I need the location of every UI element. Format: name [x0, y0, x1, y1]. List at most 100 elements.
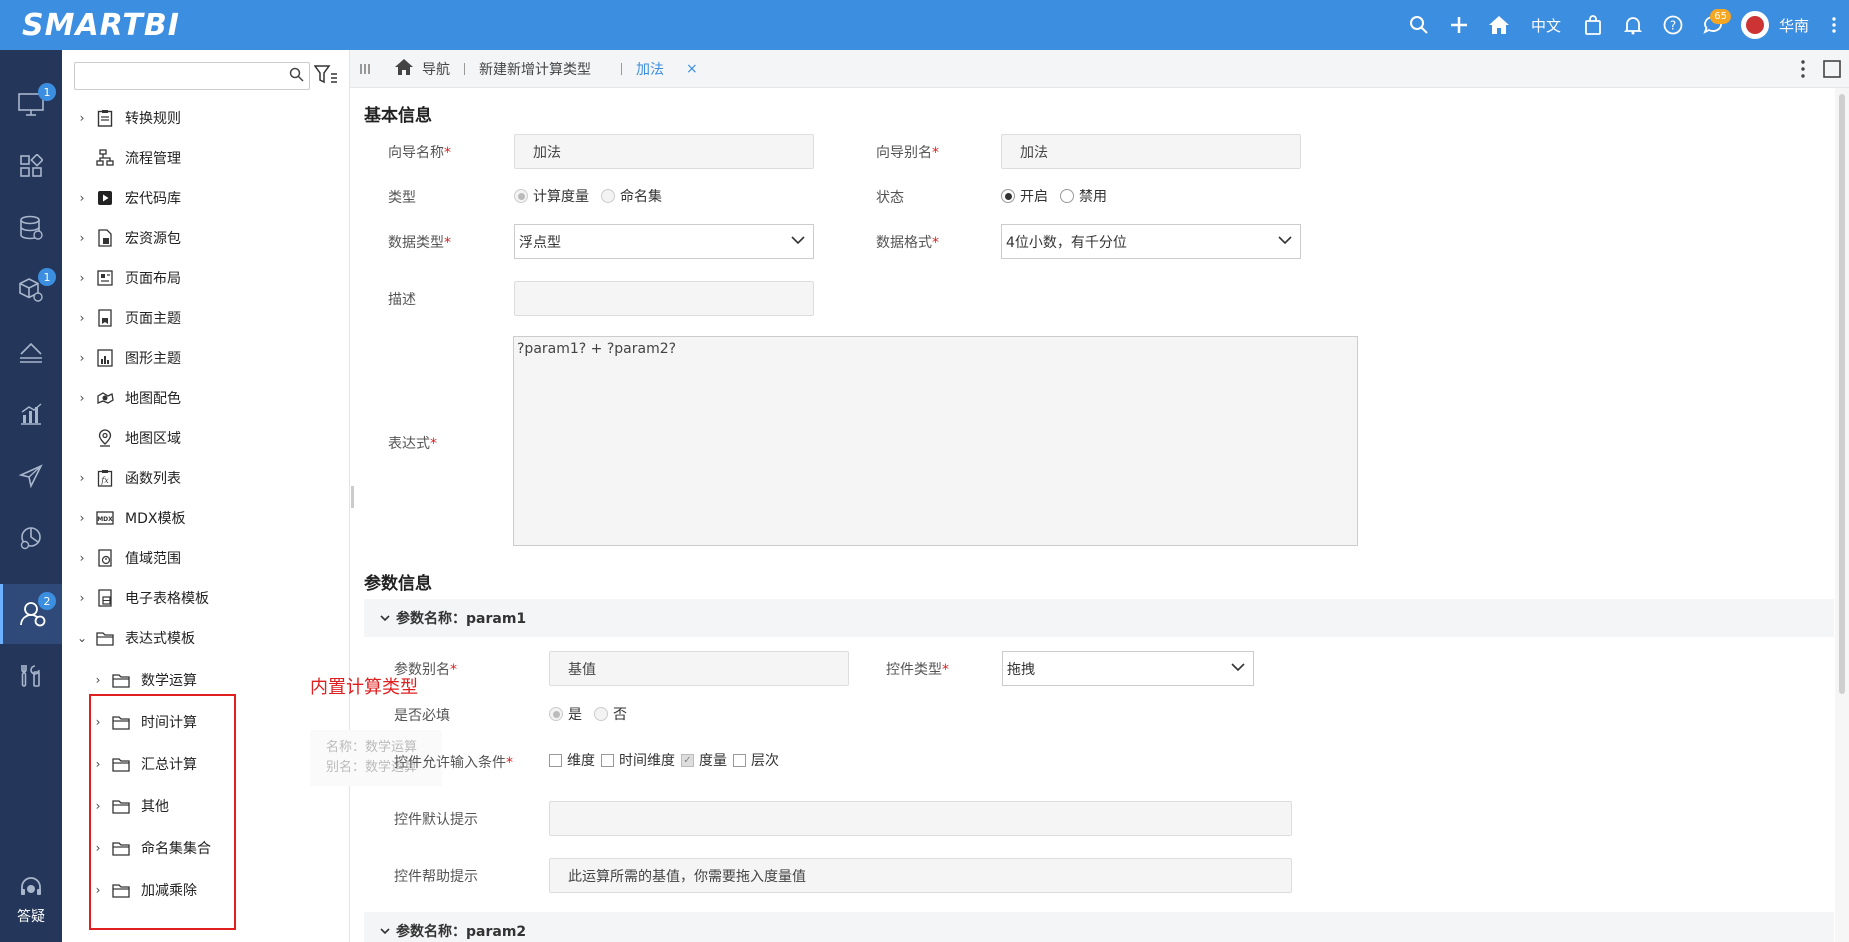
- chevron-right-icon[interactable]: ›: [74, 311, 90, 325]
- rail-layers-icon[interactable]: [0, 322, 62, 382]
- page-theme-icon: [96, 309, 114, 327]
- range-icon: [96, 549, 114, 567]
- status-disabled-radio[interactable]: 禁用: [1060, 186, 1107, 206]
- desc-input[interactable]: [514, 281, 814, 316]
- tree-item[interactable]: › 值域范围: [74, 538, 181, 578]
- tree-item[interactable]: 流程管理: [74, 138, 181, 178]
- maximize-icon[interactable]: [1823, 60, 1841, 82]
- rail-database-icon[interactable]: [0, 198, 62, 258]
- scrollbar-thumb[interactable]: [1839, 94, 1845, 694]
- cond-dimension-checkbox[interactable]: 维度: [549, 750, 595, 770]
- tree-item[interactable]: › 页面主题: [74, 298, 181, 338]
- tree-item-label: 宏代码库: [125, 191, 181, 207]
- tabs-menu-icon[interactable]: [350, 63, 380, 75]
- tree-item[interactable]: › 宏资源包: [74, 218, 181, 258]
- param-alias-label: 参数别名*: [394, 662, 457, 678]
- status-enabled-radio[interactable]: 开启: [1001, 186, 1048, 206]
- rail-send-icon[interactable]: [0, 446, 62, 506]
- wizard-alias-input[interactable]: 加法: [1001, 134, 1301, 169]
- rail-chart-icon[interactable]: [0, 384, 62, 444]
- chevron-right-icon[interactable]: ›: [74, 231, 90, 245]
- chevron-right-icon[interactable]: ›: [74, 511, 90, 525]
- param1-header[interactable]: 参数名称：param1: [364, 599, 1834, 637]
- expression-textarea[interactable]: ?param1? + ?param2?: [513, 336, 1358, 546]
- cond-measure-checkbox[interactable]: ✓ 度量: [681, 750, 727, 770]
- chevron-right-icon[interactable]: ›: [74, 111, 90, 125]
- chevron-right-icon[interactable]: ›: [74, 471, 90, 485]
- control-type-select[interactable]: 拖拽: [1002, 651, 1254, 686]
- more-vertical-icon[interactable]: [1801, 60, 1805, 82]
- data-type-select[interactable]: 浮点型: [514, 224, 814, 259]
- main-scrollbar[interactable]: [1835, 88, 1849, 942]
- tree-item[interactable]: ⌄ 表达式模板: [74, 618, 195, 658]
- chevron-right-icon[interactable]: ›: [74, 191, 90, 205]
- chevron-right-icon[interactable]: ›: [74, 591, 90, 605]
- tree-item[interactable]: › 页面布局: [74, 258, 181, 298]
- svg-text:MDX: MDX: [97, 516, 113, 523]
- user-avatar[interactable]: [1740, 11, 1769, 39]
- tree-item[interactable]: › 宏代码库: [74, 178, 181, 218]
- tree-item[interactable]: › 转换规则: [74, 98, 181, 138]
- rail-analysis-icon[interactable]: [0, 508, 62, 568]
- more-vertical-icon[interactable]: [1819, 0, 1849, 50]
- left-nav-rail: 1 1 2 答疑: [0, 50, 62, 942]
- tree-item[interactable]: › fx 函数列表: [74, 458, 181, 498]
- chevron-right-icon[interactable]: ›: [74, 351, 90, 365]
- clipboard-icon: [96, 109, 114, 127]
- app-logo: SMARTBI: [22, 7, 180, 43]
- chevron-right-icon[interactable]: ›: [74, 551, 90, 565]
- tree-item[interactable]: 地图区域: [74, 418, 181, 458]
- tree-item-label: 图形主题: [125, 351, 181, 367]
- cond-level-checkbox[interactable]: 层次: [733, 750, 779, 770]
- message-icon[interactable]: 65: [1693, 0, 1733, 50]
- rail-settings-people-icon[interactable]: 2: [0, 584, 62, 644]
- chevron-right-icon[interactable]: ›: [90, 673, 106, 687]
- tab-new-calc-type[interactable]: 新建新增计算类型: [465, 59, 605, 79]
- chevron-right-icon[interactable]: ›: [74, 271, 90, 285]
- close-icon[interactable]: ×: [686, 61, 698, 77]
- tab-label: 导航: [422, 61, 450, 78]
- home-icon: [394, 58, 414, 80]
- bag-icon[interactable]: [1573, 0, 1613, 50]
- help-hint-input[interactable]: 此运算所需的基值，你需要拖入度量值: [549, 858, 1292, 893]
- required-no-radio[interactable]: 否: [594, 704, 627, 724]
- tree-item[interactable]: › 图形主题: [74, 338, 181, 378]
- required-yes-radio[interactable]: 是: [549, 704, 582, 724]
- cond-time-dimension-checkbox[interactable]: 时间维度: [601, 750, 675, 770]
- rail-help-label[interactable]: 答疑: [0, 906, 62, 926]
- rail-cube-icon[interactable]: 1: [0, 260, 62, 320]
- wizard-name-input[interactable]: 加法: [514, 134, 814, 169]
- type-named-set-radio[interactable]: 命名集: [601, 186, 662, 206]
- data-format-select[interactable]: 4位小数，有千分位: [1001, 224, 1301, 259]
- user-name[interactable]: 华南: [1777, 15, 1819, 36]
- rail-tools-icon[interactable]: [0, 646, 62, 706]
- tree-item[interactable]: › 地图配色: [74, 378, 181, 418]
- rail-widgets-icon[interactable]: [0, 136, 62, 196]
- language-switch[interactable]: 中文: [1519, 15, 1573, 36]
- allowed-input-label: 控件允许输入条件*: [394, 755, 513, 771]
- param-alias-input[interactable]: 基值: [549, 651, 849, 686]
- tab-active[interactable]: 加法 ×: [622, 59, 712, 79]
- tab-nav[interactable]: 导航: [380, 58, 464, 80]
- param2-header[interactable]: 参数名称：param2: [364, 912, 1834, 942]
- rail-badge: 1: [38, 83, 56, 101]
- home-icon[interactable]: [1479, 0, 1519, 50]
- tree-item-label: MDX模板: [125, 511, 186, 527]
- tree-item[interactable]: › 电子表格模板: [74, 578, 209, 618]
- rail-monitor-icon[interactable]: 1: [0, 75, 62, 135]
- default-hint-input[interactable]: [549, 801, 1292, 836]
- chevron-right-icon[interactable]: ›: [74, 391, 90, 405]
- search-icon[interactable]: [289, 67, 304, 86]
- chevron-down-icon: [380, 610, 390, 626]
- bell-icon[interactable]: [1613, 0, 1653, 50]
- type-calc-measure-radio[interactable]: 计算度量: [514, 186, 589, 206]
- tree-item-label: 地图配色: [125, 391, 181, 407]
- chevron-down-icon[interactable]: ⌄: [74, 631, 90, 645]
- help-icon[interactable]: ?: [1653, 0, 1693, 50]
- tree-search-input[interactable]: [74, 62, 310, 90]
- search-icon[interactable]: [1399, 0, 1439, 50]
- tree-item[interactable]: › MDX MDX模板: [74, 498, 186, 538]
- filter-icon[interactable]: [313, 64, 340, 88]
- add-icon[interactable]: [1439, 0, 1479, 50]
- help-hint-label: 控件帮助提示: [394, 869, 478, 885]
